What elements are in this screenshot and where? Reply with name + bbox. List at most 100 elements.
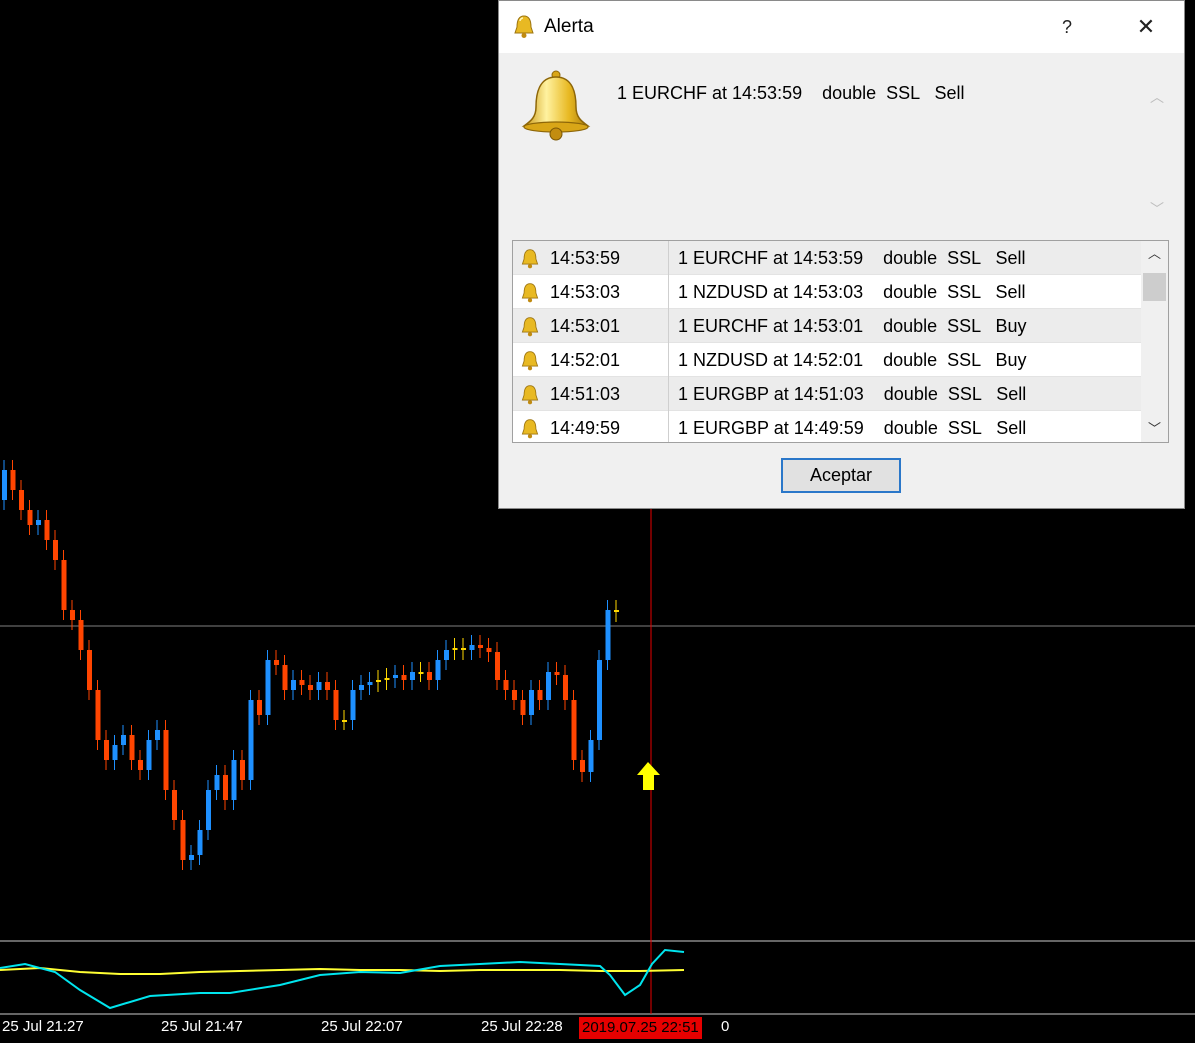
- candle-body: [495, 652, 500, 680]
- list-item[interactable]: 14:53:59 1 EURCHF at 14:53:59 double SSL …: [513, 241, 1141, 275]
- oscillator-fast-line: [0, 948, 685, 1010]
- candle-body: [282, 665, 288, 690]
- alert-history-list[interactable]: 14:53:59 1 EURCHF at 14:53:59 double SSL …: [512, 240, 1169, 443]
- alert-text: 1 EURCHF at 14:53:59 double SSL Sell: [678, 248, 1026, 268]
- candle-body: [605, 610, 611, 660]
- candle-body: [452, 648, 458, 650]
- column-divider: [668, 343, 669, 377]
- candle-body: [112, 745, 118, 760]
- candle-body: [393, 675, 398, 678]
- candle-body: [478, 645, 483, 648]
- column-divider: [668, 241, 669, 275]
- candle-body: [316, 682, 322, 690]
- alert-time: 14:53:03: [550, 282, 621, 302]
- candle-body: [520, 700, 526, 715]
- crosshair-time-label: 2019.07.25 22:51: [579, 1017, 702, 1039]
- candle-body: [580, 760, 585, 772]
- list-item[interactable]: 14:51:03 1 EURGBP at 14:51:03 double SSL …: [513, 377, 1141, 411]
- candle-body: [325, 682, 330, 690]
- bell-icon: [519, 316, 541, 343]
- list-item[interactable]: 14:53:01 1 EURCHF at 14:53:01 double SSL …: [513, 309, 1141, 343]
- alert-time: 14:53:01: [550, 316, 621, 336]
- candle-body: [342, 720, 347, 722]
- list-item[interactable]: 14:53:03 1 NZDUSD at 14:53:03 double SSL …: [513, 275, 1141, 309]
- candle-body: [444, 650, 449, 660]
- column-divider: [668, 377, 669, 411]
- time-axis-label: 25 Jul 21:47: [161, 1018, 243, 1035]
- candle-body: [359, 685, 364, 690]
- help-button[interactable]: ?: [1047, 7, 1087, 47]
- candle-body: [376, 680, 381, 682]
- alert-dialog: Alerta ? ✕ 1 EURCHF at 14:53:59 double S…: [498, 0, 1185, 509]
- candle-body: [53, 540, 58, 560]
- bell-icon: [519, 282, 541, 309]
- bell-icon: [519, 418, 541, 442]
- candle-body: [461, 648, 466, 650]
- time-axis-label-tail: 0: [721, 1018, 730, 1035]
- alert-message: 1 EURCHF at 14:53:59 double SSL Sell: [617, 83, 965, 103]
- chevron-up-icon[interactable]: ︿: [1141, 241, 1168, 267]
- candle-body: [588, 740, 594, 772]
- alert-text: 1 EURCHF at 14:53:01 double SSL Buy: [678, 316, 1027, 336]
- candle-body: [410, 672, 415, 680]
- list-scrollbar[interactable]: ︿ ﹀: [1141, 241, 1168, 442]
- buy-signal-arrow-icon: [637, 762, 660, 790]
- candle-body: [44, 520, 50, 540]
- candle-body: [401, 675, 407, 680]
- candle-body: [435, 660, 441, 680]
- candle-body: [121, 735, 126, 745]
- candle-body: [214, 775, 220, 790]
- candle-body: [163, 730, 169, 790]
- candle-body: [197, 830, 203, 855]
- candle-body: [546, 672, 551, 700]
- candle-body: [223, 775, 228, 800]
- time-axis-label: 25 Jul 21:27: [2, 1018, 84, 1035]
- candle-body: [87, 650, 92, 690]
- message-scrollbar[interactable]: ︿ ﹀: [1144, 81, 1170, 229]
- candle-body: [503, 680, 509, 690]
- chevron-up-icon[interactable]: ︿: [1150, 87, 1164, 107]
- candle-body: [427, 672, 432, 680]
- candle-body: [257, 700, 262, 715]
- chevron-down-icon[interactable]: ﹀: [1150, 199, 1164, 219]
- candle-body: [469, 645, 475, 650]
- candle-body: [529, 690, 534, 715]
- list-item[interactable]: 14:49:59 1 EURGBP at 14:49:59 double SSL …: [513, 411, 1141, 442]
- candle-body: [104, 740, 109, 760]
- candle-body: [308, 685, 313, 690]
- dialog-titlebar[interactable]: Alerta ? ✕: [499, 1, 1184, 53]
- candle-body: [384, 678, 390, 680]
- time-axis-label: 25 Jul 22:28: [481, 1018, 563, 1035]
- alert-text: 1 EURGBP at 14:51:03 double SSL Sell: [678, 384, 1027, 404]
- candle-body: [248, 700, 254, 780]
- candle-body: [155, 730, 160, 740]
- bell-icon: [512, 14, 536, 45]
- candle-body: [571, 700, 577, 760]
- close-button[interactable]: ✕: [1124, 7, 1168, 47]
- scroll-thumb[interactable]: [1143, 273, 1166, 301]
- list-item[interactable]: 14:52:01 1 NZDUSD at 14:52:01 double SSL …: [513, 343, 1141, 377]
- candle-body: [206, 790, 211, 830]
- candle-body: [172, 790, 177, 820]
- alert-text: 1 EURGBP at 14:49:59 double SSL Sell: [678, 418, 1027, 438]
- candle-body: [240, 760, 245, 780]
- candle-body: [486, 648, 492, 652]
- bell-icon: [519, 69, 593, 148]
- chevron-down-icon[interactable]: ﹀: [1141, 416, 1168, 442]
- bell-icon: [519, 350, 541, 377]
- candle-body: [537, 690, 543, 700]
- column-divider: [668, 309, 669, 343]
- candle-body: [554, 672, 560, 675]
- candle-body: [189, 855, 194, 860]
- alert-text: 1 NZDUSD at 14:53:03 double SSL Sell: [678, 282, 1026, 302]
- dialog-title: Alerta: [544, 16, 594, 37]
- candle-body: [367, 682, 373, 685]
- accept-button[interactable]: Aceptar: [781, 458, 901, 493]
- candle-body: [563, 675, 568, 700]
- candle-body: [333, 690, 339, 720]
- candle-body: [10, 470, 16, 490]
- candle-body: [2, 470, 7, 500]
- candle-body: [597, 660, 602, 740]
- candle-body: [291, 680, 296, 690]
- candle-body: [95, 690, 101, 740]
